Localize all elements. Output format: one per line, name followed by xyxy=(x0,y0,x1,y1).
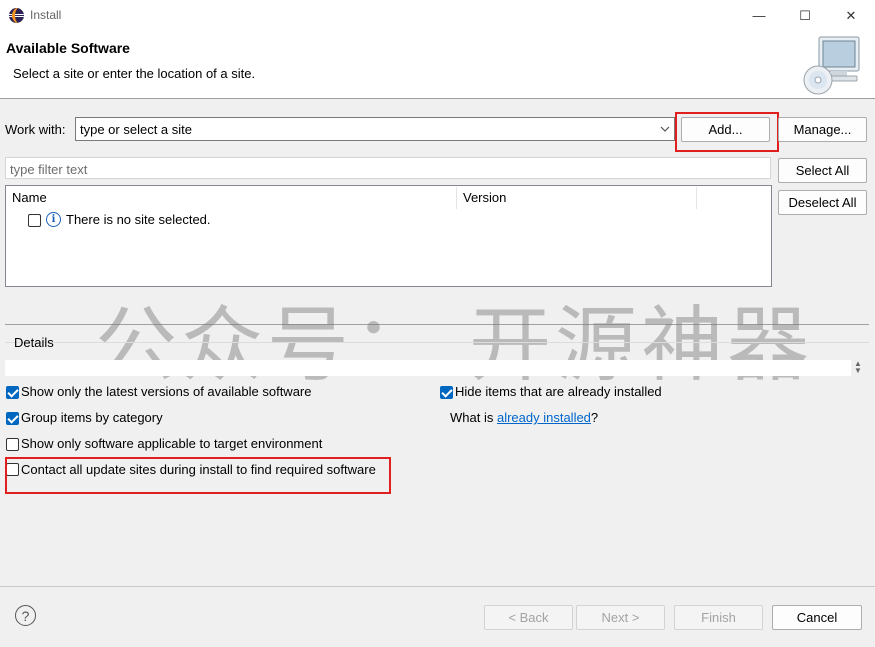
chevron-down-icon xyxy=(660,126,670,132)
group-by-category-label[interactable]: Group items by category xyxy=(21,410,163,425)
footer-divider xyxy=(0,586,875,587)
cd-monitor-icon xyxy=(803,36,860,95)
eclipse-logo-icon xyxy=(9,8,24,23)
section-divider xyxy=(5,324,869,325)
column-header-version[interactable]: Version xyxy=(457,186,696,208)
target-environment-checkbox[interactable] xyxy=(6,438,19,451)
page-description: Select a site or enter the location of a… xyxy=(13,66,256,81)
page-title: Available Software xyxy=(6,40,130,56)
finish-button[interactable]: Finish xyxy=(674,605,763,630)
close-button[interactable]: ✕ xyxy=(828,0,874,31)
latest-versions-label[interactable]: Show only the latest versions of availab… xyxy=(21,384,312,399)
details-label: Details xyxy=(14,335,54,350)
row-checkbox[interactable] xyxy=(28,214,41,227)
contact-sites-highlight xyxy=(5,457,391,494)
work-with-label: Work with: xyxy=(5,122,66,137)
column-divider[interactable] xyxy=(696,187,697,209)
hide-installed-checkbox[interactable] xyxy=(440,386,453,399)
what-is-suffix: ? xyxy=(590,410,599,425)
filter-placeholder: type filter text xyxy=(10,162,88,177)
what-is-installed-text: What is already installed? xyxy=(450,410,598,425)
already-installed-link[interactable]: already installed xyxy=(497,410,591,425)
filter-input[interactable]: type filter text xyxy=(5,157,771,179)
add-button-highlight xyxy=(675,112,779,152)
manage-sites-button[interactable]: Manage... xyxy=(778,117,867,142)
cancel-button[interactable]: Cancel xyxy=(772,605,862,630)
group-by-category-checkbox[interactable] xyxy=(6,412,19,425)
table-row-label: There is no site selected. xyxy=(66,212,211,227)
details-text-area[interactable] xyxy=(5,360,851,376)
watermark-text: 公众号： 开源神器 xyxy=(95,298,814,393)
deselect-all-button[interactable]: Deselect All xyxy=(778,190,867,215)
minimize-button[interactable]: — xyxy=(736,0,782,31)
back-button[interactable]: < Back xyxy=(484,605,573,630)
select-all-button[interactable]: Select All xyxy=(778,158,867,183)
target-environment-label[interactable]: Show only software applicable to target … xyxy=(21,436,322,451)
column-header-name[interactable]: Name xyxy=(6,186,456,208)
latest-versions-checkbox[interactable] xyxy=(6,386,19,399)
wizard-header: Available Software Select a site or ente… xyxy=(0,31,875,99)
site-combo[interactable]: type or select a site xyxy=(75,117,675,141)
details-scroll-arrows-icon[interactable]: ▲ ▼ xyxy=(852,360,864,376)
hide-installed-label[interactable]: Hide items that are already installed xyxy=(455,384,662,399)
site-combo-value: type or select a site xyxy=(80,122,192,137)
window-titlebar: Install — ☐ ✕ xyxy=(0,0,875,31)
software-table[interactable]: Name Version xyxy=(5,185,772,287)
what-is-prefix: What is xyxy=(450,410,497,425)
maximize-button[interactable]: ☐ xyxy=(782,0,828,31)
window-title: Install xyxy=(30,8,62,22)
next-button[interactable]: Next > xyxy=(576,605,665,630)
help-icon[interactable]: ? xyxy=(15,605,36,626)
info-icon: i xyxy=(46,212,61,227)
